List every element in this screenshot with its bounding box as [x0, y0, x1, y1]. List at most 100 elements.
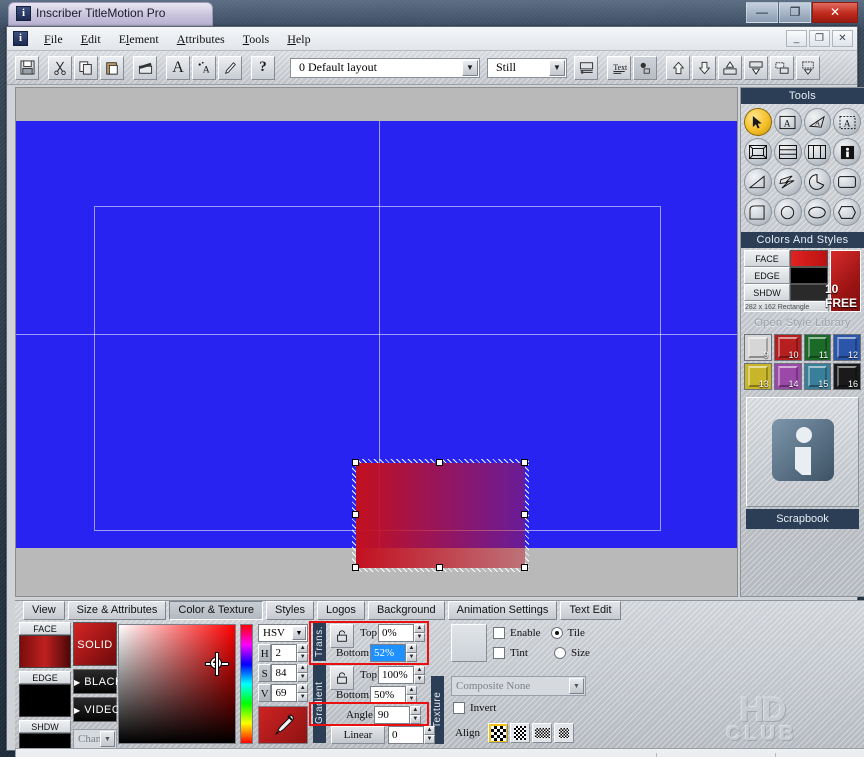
pie-tool[interactable]: [803, 168, 832, 196]
eyedropper-button[interactable]: [258, 706, 308, 744]
edge-swatch[interactable]: [19, 684, 71, 717]
gradient-linear-spinner[interactable]: ▲ ▼: [424, 726, 435, 744]
frame-tool[interactable]: [744, 138, 772, 166]
triangle-tool[interactable]: [744, 168, 772, 196]
texture-tile-radio[interactable]: Tile: [550, 627, 585, 639]
clapperboard-icon[interactable]: [133, 55, 157, 80]
gradient-linear-button[interactable]: Linear: [331, 726, 385, 744]
trans-bottom-input[interactable]: 52%: [370, 644, 407, 662]
move-up-icon[interactable]: [666, 55, 690, 80]
chevron-down-icon[interactable]: ▼: [100, 731, 115, 747]
tab-color-texture[interactable]: Color & Texture: [169, 601, 263, 620]
style-cell-14[interactable]: 14: [773, 363, 802, 390]
color-picker-crosshair[interactable]: [206, 653, 228, 675]
tab-styles[interactable]: Styles: [265, 601, 314, 620]
text-box-tool[interactable]: A: [773, 108, 802, 136]
scrapbook-label[interactable]: Scrapbook: [746, 509, 859, 529]
group-icon[interactable]: [770, 55, 794, 80]
tab-logos[interactable]: Logos: [316, 601, 365, 620]
gradient-linear-input[interactable]: 0: [388, 726, 424, 744]
trans-bottom-spinner[interactable]: ▲ ▼: [406, 644, 418, 662]
mode-combo[interactable]: Still ▼: [487, 57, 567, 78]
saturation-value-picker[interactable]: [118, 624, 236, 744]
face-swatch[interactable]: [19, 635, 71, 668]
tab-size-attributes[interactable]: Size & Attributes: [67, 601, 167, 620]
resize-handle-se[interactable]: [521, 564, 528, 571]
menu-item-edit[interactable]: Edit: [72, 27, 110, 51]
layout-combo[interactable]: 0 Default layout ▼: [290, 57, 480, 78]
resize-handle-e[interactable]: [521, 511, 528, 518]
gradient-bottom-spinner[interactable]: ▲ ▼: [406, 686, 418, 704]
menu-item-element[interactable]: Element: [110, 27, 168, 51]
pointer-tool[interactable]: [744, 108, 772, 136]
resize-handle-nw[interactable]: [352, 459, 359, 466]
canvas-area[interactable]: [15, 87, 738, 597]
shdw-color-swatch[interactable]: [790, 284, 828, 301]
resize-handle-ne[interactable]: [521, 459, 528, 466]
align-horizontal-button[interactable]: [532, 723, 553, 743]
scrapbook-preview[interactable]: [746, 397, 859, 507]
text-style-icon[interactable]: A: [166, 55, 190, 80]
freehand-text-tool[interactable]: A: [803, 108, 832, 136]
info-object-tool[interactable]: [833, 138, 861, 166]
black-button[interactable]: ▶ BLACK: [73, 669, 122, 694]
paste-icon[interactable]: [100, 55, 124, 80]
cut-icon[interactable]: [48, 55, 72, 80]
chevron-down-icon[interactable]: ▼: [569, 678, 584, 694]
menu-item-file[interactable]: File: [35, 27, 72, 51]
object-properties-icon[interactable]: [633, 55, 657, 80]
style-cell-11[interactable]: 11: [803, 334, 832, 361]
chevron-down-icon[interactable]: ▼: [549, 59, 565, 76]
gradient-top-spinner[interactable]: ▲ ▼: [413, 666, 425, 684]
rounded-rect-tool[interactable]: [833, 198, 861, 226]
vertical-bars-tool[interactable]: [803, 138, 832, 166]
bring-to-front-icon[interactable]: [718, 55, 742, 80]
copy-icon[interactable]: [74, 55, 98, 80]
hue-strip[interactable]: [240, 624, 253, 744]
circle-tool[interactable]: [773, 198, 802, 226]
tab-background[interactable]: Background: [367, 601, 445, 620]
app-close-button[interactable]: ✕: [832, 30, 853, 47]
edge-color-swatch[interactable]: [790, 267, 828, 284]
trans-section-tab[interactable]: Trans.: [313, 623, 326, 661]
style-cell-9[interactable]: 9: [744, 334, 772, 361]
face-color-swatch[interactable]: [790, 250, 828, 267]
app-minimize-button[interactable]: _: [786, 30, 807, 47]
texture-size-radio[interactable]: Size: [553, 647, 590, 659]
gradient-angle-spinner[interactable]: ▲ ▼: [409, 706, 421, 724]
resize-handle-s[interactable]: [436, 564, 443, 571]
gradient-bottom-input[interactable]: 50%: [370, 686, 407, 704]
video-button[interactable]: ▶ VIDEO: [73, 697, 120, 722]
style-cell-10[interactable]: 10: [773, 334, 802, 361]
texture-tint-checkbox[interactable]: Tint: [493, 647, 528, 659]
saturation-spinner[interactable]: ▲ ▼: [297, 664, 308, 682]
texture-enable-checkbox[interactable]: Enable: [493, 627, 541, 639]
menu-item-help[interactable]: Help: [278, 27, 319, 51]
composite-dropdown[interactable]: Composite None ▼: [451, 676, 586, 696]
texture-invert-checkbox[interactable]: Invert: [453, 702, 496, 714]
tab-text-edit[interactable]: Text Edit: [560, 601, 621, 620]
texture-preview-swatch[interactable]: [451, 624, 487, 662]
text-effect-icon[interactable]: A: [192, 55, 216, 80]
os-close-button[interactable]: ✕: [812, 2, 858, 23]
style-preview[interactable]: 10 FREE: [825, 250, 861, 312]
resize-handle-sw[interactable]: [352, 564, 359, 571]
tab-view[interactable]: View: [23, 601, 65, 620]
align-vertical-button[interactable]: [510, 723, 531, 743]
channel-dropdown[interactable]: Chan ▼: [73, 729, 117, 749]
os-maximize-button[interactable]: ❐: [779, 2, 811, 23]
text-select-tool[interactable]: A: [833, 108, 861, 136]
app-restore-button[interactable]: ❐: [809, 30, 830, 47]
corner-shape-tool[interactable]: [744, 198, 772, 226]
text-tool-icon[interactable]: Text: [607, 55, 631, 80]
send-backward-icon[interactable]: [744, 55, 768, 80]
save-icon[interactable]: [15, 55, 39, 80]
value-spinner[interactable]: ▲ ▼: [297, 684, 308, 702]
tab-animation-settings[interactable]: Animation Settings: [447, 601, 558, 620]
style-cell-15[interactable]: 15: [803, 363, 832, 390]
resize-handle-n[interactable]: [436, 459, 443, 466]
horizontal-bars-tool[interactable]: [773, 138, 802, 166]
saturation-value[interactable]: 84: [271, 664, 298, 682]
hue-spinner[interactable]: ▲ ▼: [297, 644, 308, 662]
move-down-icon[interactable]: [692, 55, 716, 80]
